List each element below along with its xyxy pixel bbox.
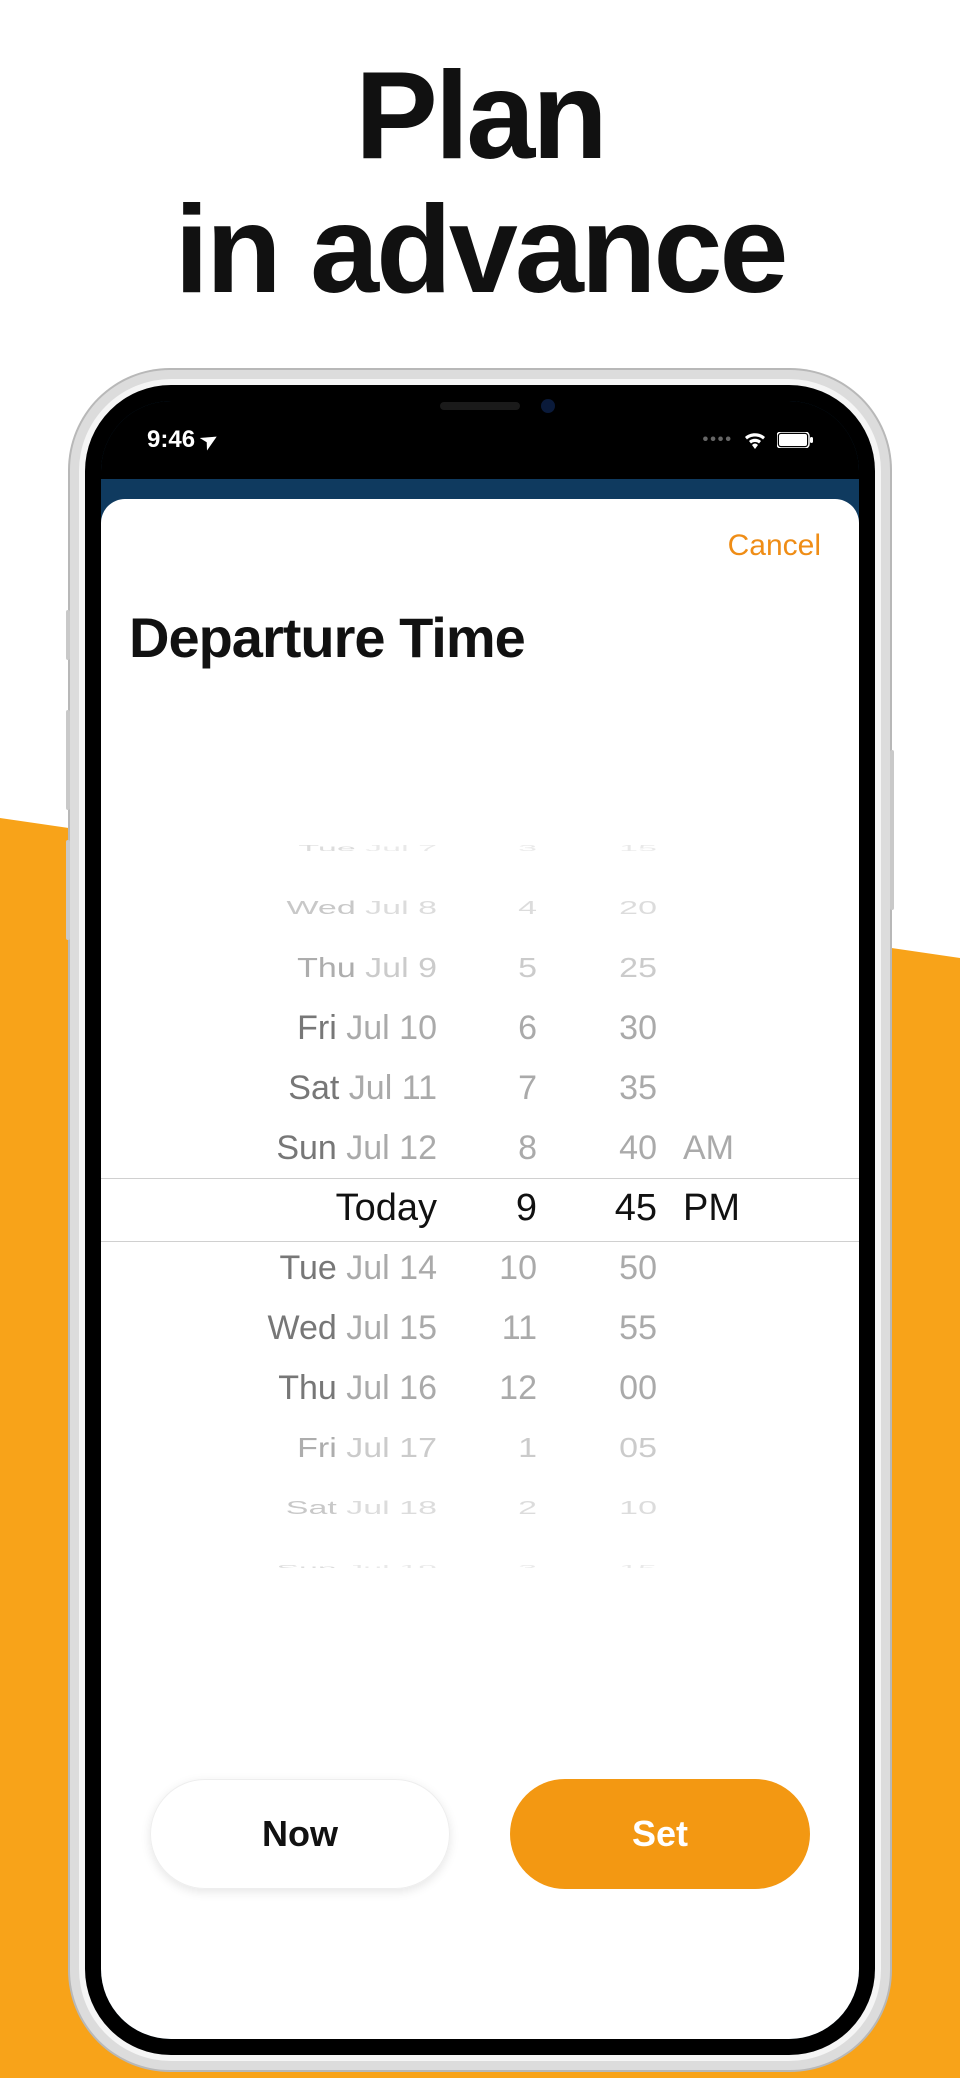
picker-item[interactable]: 2 (518, 1492, 537, 1525)
phone-screen: 9:46 ➤ •••• Cancel Depart (101, 401, 859, 2039)
picker-item[interactable]: 9 (516, 1178, 537, 1238)
picker-item[interactable]: 35 (619, 1058, 657, 1118)
phone-notch (315, 385, 645, 427)
picker-item[interactable]: Sat Jul 18 (286, 1492, 437, 1525)
set-button-label: Set (632, 1813, 688, 1855)
picker-item[interactable]: Sun Jul 19 (276, 1561, 437, 1569)
picker-item[interactable]: 6 (518, 998, 537, 1058)
picker-item[interactable]: 12 (499, 1358, 537, 1418)
volume-up-button (66, 710, 70, 810)
button-row: Now Set (101, 1779, 859, 1889)
picker-item[interactable]: Tue Jul 14 (279, 1238, 437, 1298)
phone-frame: 9:46 ➤ •••• Cancel Depart (70, 370, 890, 2070)
picker-item[interactable]: 4 (518, 892, 537, 925)
picker-item[interactable]: 45 (615, 1178, 657, 1238)
speaker-grille (440, 402, 520, 410)
picker-item[interactable]: 30 (619, 998, 657, 1058)
now-button-label: Now (262, 1813, 338, 1855)
picker-item[interactable]: 5 (518, 943, 537, 992)
picker-ampm-column[interactable]: AMPM (665, 788, 785, 1568)
cellular-icon: •••• (703, 431, 733, 449)
picker-item[interactable]: PM (683, 1178, 740, 1238)
picker-item[interactable]: 10 (499, 1238, 537, 1298)
picker-item[interactable]: Wed Jul 8 (286, 892, 437, 925)
picker-minute-column[interactable]: 15 20 25 30354045505500 05 10 15 (545, 788, 665, 1568)
picker-item[interactable]: 15 (619, 841, 657, 856)
picker-item[interactable]: Sun Jul 12 (276, 1118, 437, 1178)
picker-item[interactable]: Thu Jul 9 (297, 943, 437, 992)
picker-item[interactable]: 3 (518, 841, 537, 856)
picker-item[interactable]: 20 (619, 892, 657, 925)
headline-line-2: in advance (175, 181, 786, 319)
location-arrow-icon: ➤ (196, 425, 223, 455)
front-camera (541, 399, 555, 413)
picker-item[interactable]: AM (683, 1118, 734, 1178)
picker-item[interactable]: Fri Jul 17 (297, 1423, 437, 1472)
sheet-title: Departure Time (101, 563, 859, 670)
marketing-headline: Plan in advance (0, 50, 960, 318)
picker-item[interactable]: Wed Jul 15 (268, 1298, 437, 1358)
picker-item[interactable]: Thu Jul 16 (278, 1358, 437, 1418)
departure-time-sheet: Cancel Departure Time Tue Jul 7 Wed Jul 8… (101, 499, 859, 2039)
cancel-button[interactable]: Cancel (728, 529, 821, 562)
picker-item[interactable]: 40 (619, 1118, 657, 1178)
picker-item[interactable]: 05 (619, 1423, 657, 1472)
status-right: •••• (703, 431, 813, 449)
picker-item[interactable]: 15 (619, 1561, 657, 1569)
picker-item[interactable]: 50 (619, 1238, 657, 1298)
power-button (890, 750, 894, 910)
volume-down-button (66, 840, 70, 940)
picker-item[interactable]: Tue Jul 7 (298, 841, 437, 856)
picker-item[interactable]: Fri Jul 10 (297, 998, 437, 1058)
picker-item[interactable]: 10 (619, 1492, 657, 1525)
picker-hour-column[interactable]: 3456789101112123 (445, 788, 545, 1568)
picker-item[interactable]: 8 (518, 1118, 537, 1178)
picker-item[interactable]: 00 (619, 1358, 657, 1418)
now-button[interactable]: Now (150, 1779, 450, 1889)
battery-icon (777, 432, 813, 448)
picker-item[interactable]: 7 (518, 1058, 537, 1118)
picker-item[interactable]: 3 (518, 1561, 537, 1569)
ringer-switch (66, 610, 70, 660)
picker-item[interactable]: 25 (619, 943, 657, 992)
picker-item[interactable]: 55 (619, 1298, 657, 1358)
picker-item[interactable]: 11 (502, 1298, 537, 1358)
wifi-icon (743, 431, 767, 449)
status-time: 9:46 (147, 426, 195, 454)
picker-item[interactable]: Today (336, 1178, 437, 1238)
headline-line-1: Plan (355, 47, 605, 185)
picker-date-column[interactable]: Tue Jul 7Wed Jul 8Thu Jul 9Fri Jul 10Sat… (175, 788, 445, 1568)
picker-item[interactable]: Sat Jul 11 (288, 1058, 437, 1118)
picker-item[interactable]: 1 (518, 1423, 537, 1472)
datetime-picker[interactable]: Tue Jul 7Wed Jul 8Thu Jul 9Fri Jul 10Sat… (101, 788, 859, 1568)
set-button[interactable]: Set (510, 1779, 810, 1889)
status-left: 9:46 ➤ (147, 426, 218, 454)
